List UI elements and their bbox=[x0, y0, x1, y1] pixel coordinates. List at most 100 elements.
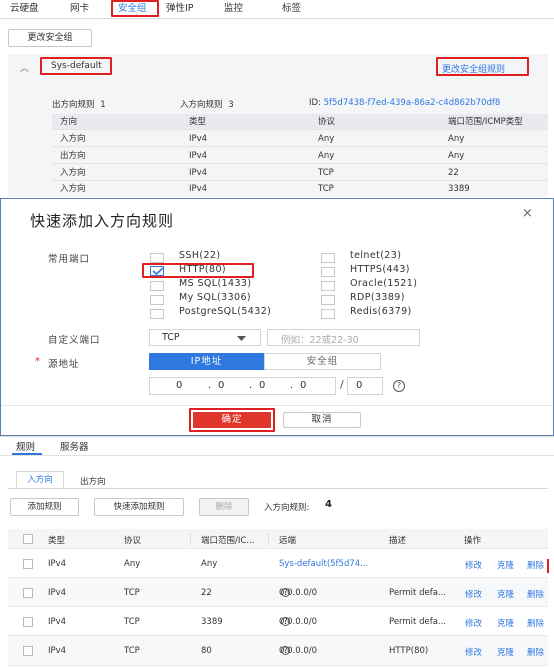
ip-dot: . bbox=[290, 380, 294, 391]
rdp-checkbox[interactable] bbox=[321, 295, 335, 305]
port-input[interactable]: 例如：22或22-30 bbox=[267, 329, 420, 346]
port-placeholder: 例如：22或22-30 bbox=[281, 335, 359, 346]
modify-link[interactable]: 修改 bbox=[465, 617, 482, 629]
modify-link[interactable]: 修改 bbox=[465, 559, 482, 571]
ip-address-input[interactable]: 0 . 0 . 0 . 0 bbox=[149, 377, 336, 395]
outbound-count: 1 bbox=[100, 100, 106, 110]
postgresql-checkbox[interactable] bbox=[150, 309, 164, 319]
cell-protocol: TCP bbox=[124, 588, 140, 598]
cell-type: IPv4 bbox=[48, 617, 67, 627]
cell-port: Any bbox=[201, 559, 218, 569]
cancel-button[interactable]: 取消 bbox=[283, 412, 361, 428]
dropdown-arrow-icon bbox=[237, 336, 246, 341]
change-sg-button[interactable]: 更改安全组 bbox=[8, 29, 92, 47]
cell-protocol: TCP bbox=[318, 168, 334, 178]
help-icon[interactable]: ? bbox=[281, 646, 290, 655]
telnet-checkbox[interactable] bbox=[321, 253, 335, 263]
mask-input[interactable]: 0 bbox=[347, 377, 383, 395]
security-group-tab[interactable]: 安全组 bbox=[264, 353, 381, 370]
col-sep bbox=[268, 533, 269, 545]
cell-type: IPv4 bbox=[189, 134, 208, 144]
https-checkbox[interactable] bbox=[321, 267, 335, 277]
cell-protocol: TCP bbox=[124, 617, 140, 627]
subtab-inbound[interactable]: 入方向 bbox=[16, 471, 64, 488]
protocol-select[interactable]: TCP bbox=[149, 329, 261, 346]
custom-port-label: 自定义端口 bbox=[48, 335, 101, 346]
delete-link[interactable]: 删除 bbox=[527, 588, 544, 600]
table-row: 入方向 IPv4 TCP 3389 bbox=[52, 181, 548, 197]
row-checkbox[interactable] bbox=[23, 617, 33, 627]
inbound-label: 入方向规则 bbox=[180, 100, 223, 110]
cell-type: IPv4 bbox=[189, 184, 208, 194]
mssql-checkbox[interactable] bbox=[150, 281, 164, 291]
cell-protocol: Any bbox=[318, 134, 335, 144]
col-port-range: 端口范围/IC... bbox=[201, 536, 255, 546]
clone-link[interactable]: 克隆 bbox=[497, 559, 514, 571]
row-checkbox[interactable] bbox=[23, 646, 33, 656]
http-checkbox[interactable] bbox=[150, 266, 164, 276]
ip-address-tab[interactable]: IP地址 bbox=[149, 353, 264, 370]
add-rule-button[interactable]: 添加规则 bbox=[10, 498, 79, 516]
delete-link[interactable]: 删除 bbox=[527, 617, 544, 629]
outbound-label: 出方向规则 bbox=[52, 100, 95, 110]
help-icon[interactable]: ? bbox=[393, 380, 405, 392]
col-protocol: 协议 bbox=[124, 536, 142, 546]
security-group-rules-panel: 规则 服务器 入方向 出方向 添加规则 快速添加规则 删除 入方向规则: 4 类… bbox=[0, 436, 554, 668]
row-checkbox[interactable] bbox=[23, 588, 33, 598]
sg-id-label: ID: bbox=[309, 98, 321, 108]
modify-link[interactable]: 修改 bbox=[465, 646, 482, 658]
ssh-checkbox[interactable] bbox=[150, 253, 164, 263]
cell-type: IPv4 bbox=[48, 588, 67, 598]
row-checkbox[interactable] bbox=[23, 559, 33, 569]
mask-value: 0 bbox=[356, 380, 363, 391]
cell-protocol: Any bbox=[124, 559, 141, 569]
tab-nic[interactable]: 网卡 bbox=[70, 2, 89, 16]
modify-link[interactable]: 修改 bbox=[465, 588, 482, 600]
change-sg-rules-link[interactable]: 更改安全组规则 bbox=[442, 62, 505, 75]
table-row: IPv4 TCP 3389 0.0.0.0/0? Permit defa... … bbox=[8, 607, 548, 636]
cell-description: Permit defa... bbox=[389, 588, 447, 598]
tab-tags[interactable]: 标签 bbox=[282, 2, 301, 16]
protocol-value: TCP bbox=[162, 332, 180, 343]
quick-add-rule-button[interactable]: 快速添加规则 bbox=[94, 498, 184, 516]
tab-monitoring[interactable]: 监控 bbox=[224, 2, 243, 16]
check-icon bbox=[152, 267, 164, 275]
col-direction: 方向 bbox=[60, 117, 78, 127]
https-label: HTTPS(443) bbox=[350, 264, 410, 275]
cell-port: 22 bbox=[448, 168, 459, 178]
confirm-button[interactable]: 确定 bbox=[193, 412, 271, 428]
inbound-rules-count: 4 bbox=[325, 499, 332, 510]
redis-checkbox[interactable] bbox=[321, 309, 335, 319]
tab-rules[interactable]: 规则 bbox=[16, 439, 35, 453]
oracle-checkbox[interactable] bbox=[321, 281, 335, 291]
sg-id-value: 5f5d7438-f7ed-439a-86a2-c4d862b70df8 bbox=[323, 98, 501, 108]
table-row: IPv4 TCP 22 0.0.0.0/0? Permit defa... 修改… bbox=[8, 578, 548, 607]
collapse-chevron-icon[interactable]: ︿ bbox=[20, 61, 29, 74]
delete-link[interactable]: 删除 bbox=[527, 559, 544, 571]
help-icon[interactable]: ? bbox=[281, 617, 290, 626]
select-all-checkbox[interactable] bbox=[23, 534, 33, 544]
clone-link[interactable]: 克隆 bbox=[497, 646, 514, 658]
dialog-footer-divider bbox=[1, 405, 553, 406]
subtab-outbound[interactable]: 出方向 bbox=[80, 475, 106, 487]
cell-remote-link[interactable]: Sys-default(5f5d74... bbox=[279, 559, 368, 569]
cell-direction: 入方向 bbox=[60, 168, 86, 178]
scroll-indicator bbox=[547, 559, 549, 573]
delete-link[interactable]: 删除 bbox=[527, 646, 544, 658]
delete-button[interactable]: 删除 bbox=[199, 498, 249, 516]
tab-security-group[interactable]: 安全组 bbox=[118, 2, 147, 16]
mysql-checkbox[interactable] bbox=[150, 295, 164, 305]
clone-link[interactable]: 克隆 bbox=[497, 617, 514, 629]
cell-port: 80 bbox=[201, 646, 212, 656]
tab-eip[interactable]: 弹性IP bbox=[166, 2, 194, 16]
close-icon[interactable]: × bbox=[522, 206, 533, 221]
col-description: 描述 bbox=[389, 536, 407, 546]
rdp-label: RDP(3389) bbox=[350, 292, 405, 303]
table-row: 入方向 IPv4 TCP 22 bbox=[52, 165, 548, 181]
clone-link[interactable]: 克隆 bbox=[497, 588, 514, 600]
tab-servers[interactable]: 服务器 bbox=[60, 439, 89, 453]
help-icon[interactable]: ? bbox=[281, 588, 290, 597]
cell-type: IPv4 bbox=[48, 559, 67, 569]
tab-cloud-disk[interactable]: 云硬盘 bbox=[10, 2, 39, 16]
inbound-count: 3 bbox=[228, 100, 234, 110]
